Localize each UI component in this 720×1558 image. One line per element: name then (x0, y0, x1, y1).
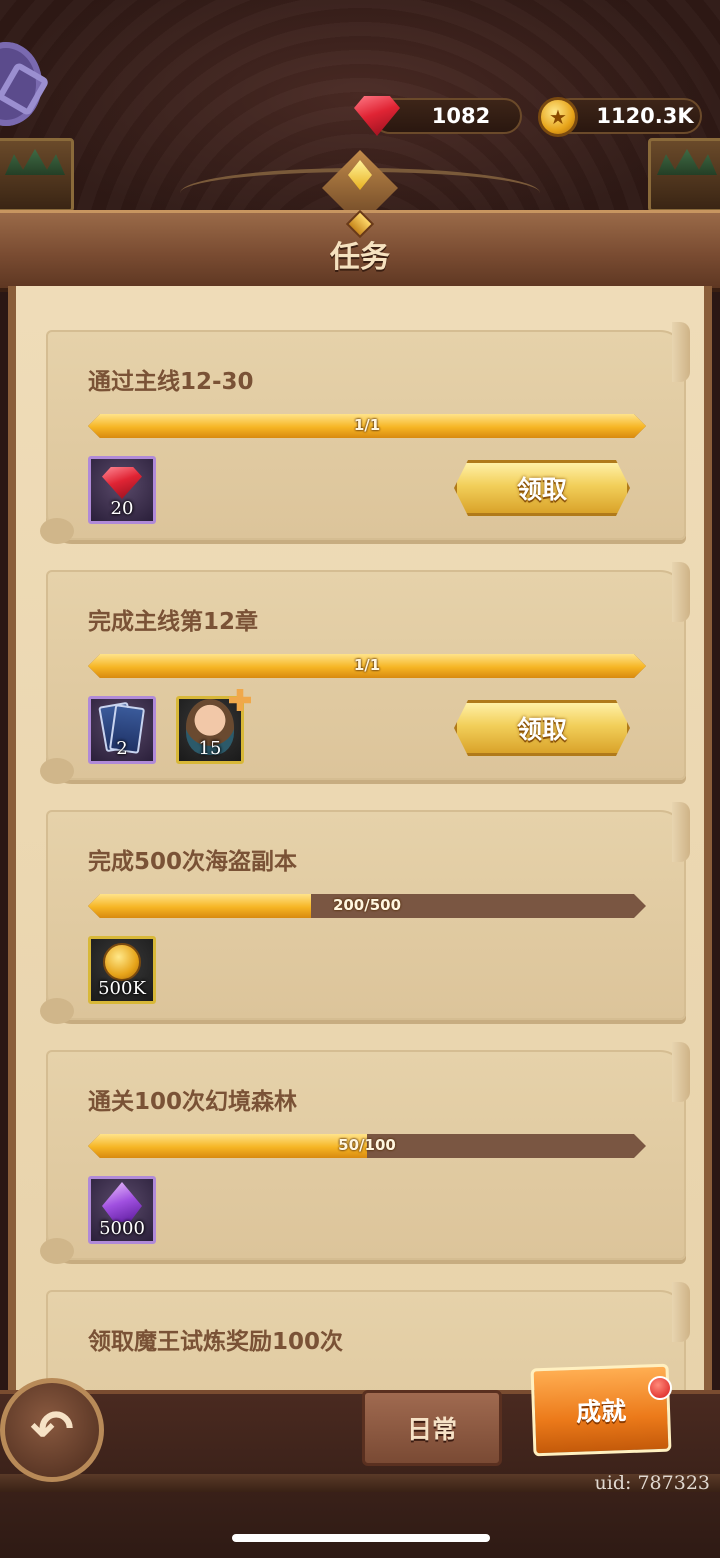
gold-count: 1120.3K (596, 104, 694, 128)
reward-list: 500K (88, 936, 156, 1004)
task-title: 通过主线12-30 (88, 369, 254, 395)
progress-text: 200/500 (332, 896, 402, 914)
gold-coin-icon: ★ (538, 97, 578, 137)
reward-list: 20 (88, 456, 156, 524)
task-list-panel[interactable]: 通过主线12-30 1/1 20 领取 完成主线第12章 1/1 2 15 领取… (8, 286, 712, 1390)
task-title: 完成500次海盗副本 (88, 849, 298, 875)
claim-button[interactable]: 领取 (454, 460, 630, 516)
task-card: 通过主线12-30 1/1 20 领取 (40, 322, 690, 544)
reward-list: 2 15 (88, 689, 251, 764)
back-arrow-icon: ↶ (30, 1400, 74, 1460)
progress-text: 1/1 (353, 416, 381, 434)
reward-count: 20 (110, 498, 134, 519)
reward-count: 500K (98, 978, 146, 999)
task-title: 通关100次幻境森林 (88, 1089, 298, 1115)
progress-text: 50/100 (338, 1136, 396, 1154)
task-progress-bar: 1/1 (88, 654, 646, 678)
purple-crystal-icon (102, 1182, 142, 1222)
task-title: 领取魔王试炼奖励100次 (88, 1329, 344, 1355)
task-card: 通关100次幻境森林 50/100 5000 (40, 1042, 690, 1264)
gem-count: 1082 (431, 104, 491, 128)
reward-count: 5000 (99, 1218, 145, 1239)
task-progress-bar: 1/1 (88, 414, 646, 438)
left-pillar-decoration (0, 138, 74, 212)
tab-achievement[interactable]: 成就 (530, 1363, 672, 1457)
reward-item[interactable]: 500K (88, 936, 156, 1004)
user-id: uid: 787323 (594, 1472, 710, 1494)
task-card: 完成500次海盗副本 200/500 500K (40, 802, 690, 1024)
reward-list: 5000 (88, 1176, 156, 1244)
reward-count: 15 (198, 738, 222, 759)
tab-daily[interactable]: 日常 (362, 1390, 502, 1466)
fragment-badge-icon (229, 689, 251, 711)
reward-item[interactable]: 2 (88, 696, 156, 764)
right-pillar-decoration (648, 138, 720, 212)
reward-item[interactable]: 20 (88, 456, 156, 524)
notification-dot-icon (648, 1376, 672, 1400)
ruby-gem-icon (102, 467, 142, 499)
reward-count: 2 (116, 738, 128, 759)
back-button[interactable]: ↶ (0, 1378, 104, 1482)
progress-text: 1/1 (353, 656, 381, 674)
task-progress-bar: 50/100 (88, 1134, 646, 1158)
reward-item[interactable]: 15 (176, 689, 251, 764)
home-indicator[interactable] (232, 1534, 490, 1542)
gold-coin-icon (103, 943, 141, 981)
claim-button[interactable]: 领取 (454, 700, 630, 756)
reward-item[interactable]: 5000 (88, 1176, 156, 1244)
task-card: 完成主线第12章 1/1 2 15 领取 (40, 562, 690, 784)
task-title: 完成主线第12章 (88, 609, 259, 635)
page-title: 任务 (330, 240, 390, 275)
task-progress-bar: 200/500 (88, 894, 646, 918)
